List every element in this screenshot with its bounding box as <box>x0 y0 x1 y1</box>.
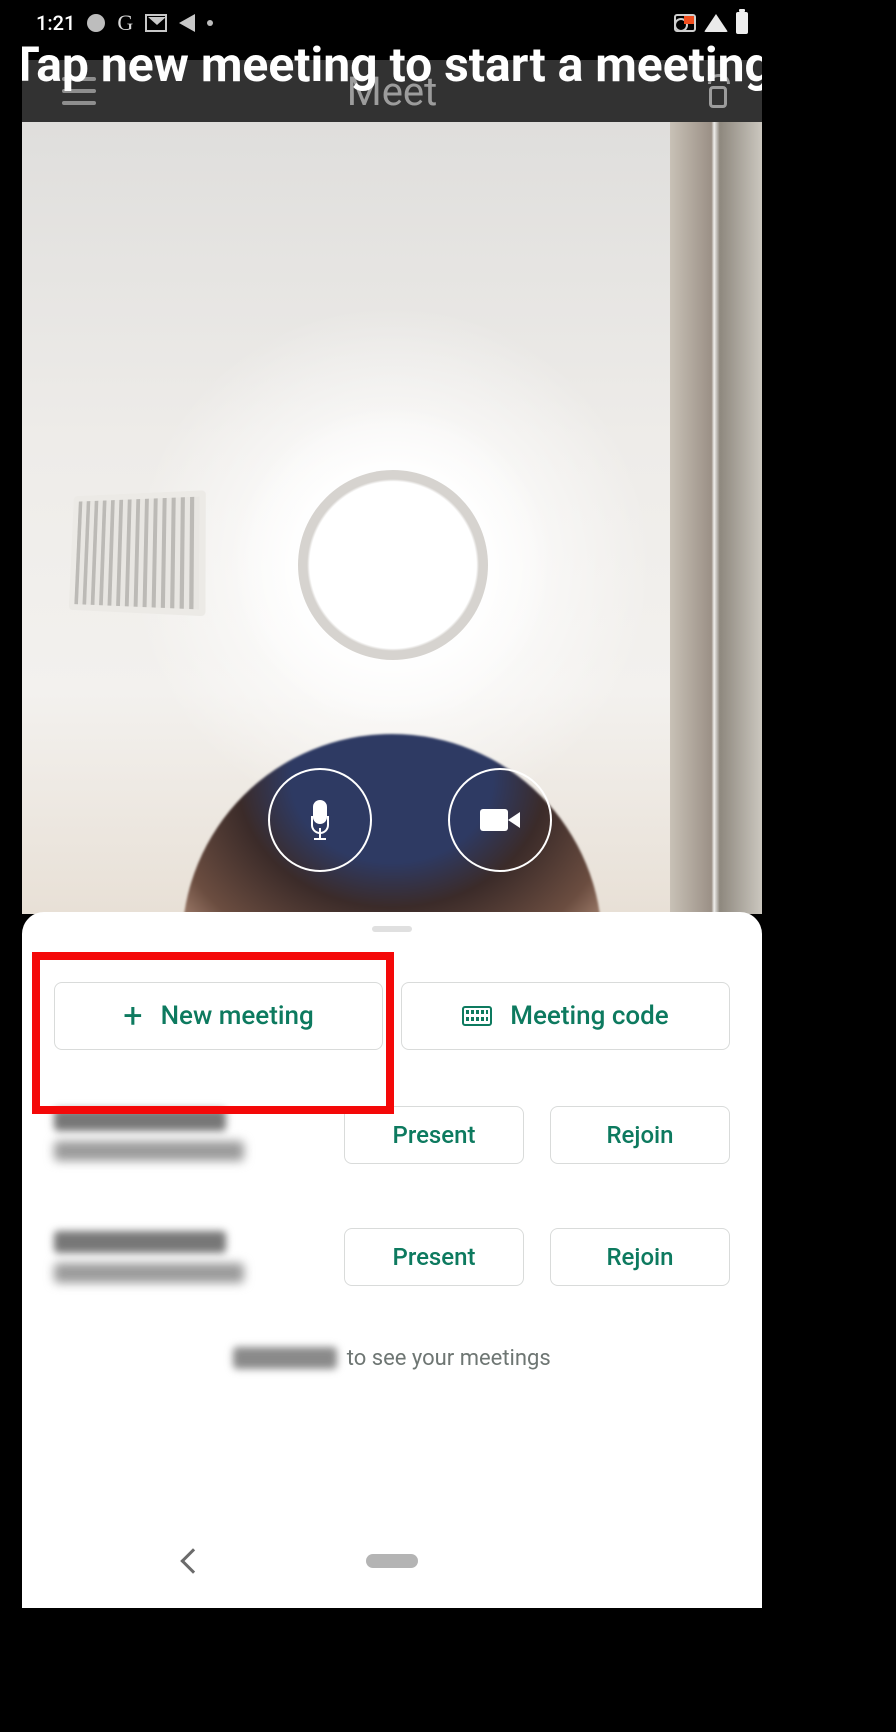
dot-icon <box>87 14 105 32</box>
background-vent <box>69 490 206 616</box>
new-meeting-button[interactable]: + New meeting <box>54 982 383 1050</box>
mute-button[interactable] <box>268 768 372 872</box>
camera-preview <box>22 122 762 914</box>
present-label: Present <box>393 1243 476 1271</box>
meeting-info <box>54 1231 244 1283</box>
screen: 1:21 G Tap new meeting to start a meetin… <box>22 0 762 1608</box>
mail-icon <box>145 14 167 32</box>
google-icon: G <box>117 10 133 36</box>
bottom-sheet[interactable]: + New meeting Meeting code Present Rejoi… <box>22 912 762 1514</box>
rejoin-button[interactable]: Rejoin <box>550 1106 730 1164</box>
send-icon <box>179 14 195 32</box>
cast-icon <box>674 14 696 32</box>
plus-icon: + <box>123 999 142 1033</box>
recent-meetings-list: Present Rejoin Present Rejoin <box>22 1074 762 1318</box>
rejoin-label: Rejoin <box>606 1243 673 1271</box>
swipe-hint: to see your meetings <box>22 1346 762 1371</box>
new-meeting-label: New meeting <box>161 1001 314 1031</box>
hint-redacted <box>233 1347 337 1369</box>
meeting-time-redacted <box>54 1263 244 1283</box>
back-button[interactable] <box>180 1548 205 1573</box>
camera-toggle-button[interactable] <box>448 768 552 872</box>
microphone-icon <box>309 800 331 840</box>
background-glass <box>670 122 762 914</box>
meeting-name-redacted <box>54 1109 226 1131</box>
meeting-code-button[interactable]: Meeting code <box>401 982 730 1050</box>
more-dot-icon <box>207 20 213 26</box>
meeting-name-redacted <box>54 1231 226 1253</box>
video-icon <box>480 806 520 834</box>
present-button[interactable]: Present <box>344 1228 524 1286</box>
list-item: Present Rejoin <box>54 1074 730 1196</box>
clock: 1:21 <box>36 11 75 35</box>
list-item: Present Rejoin <box>54 1196 730 1318</box>
rejoin-button[interactable]: Rejoin <box>550 1228 730 1286</box>
hint-text: to see your meetings <box>341 1346 550 1371</box>
present-label: Present <box>393 1121 476 1149</box>
status-left: 1:21 G <box>36 10 213 36</box>
status-right <box>674 12 748 34</box>
meeting-time-redacted <box>54 1141 244 1161</box>
system-nav-bar <box>22 1514 762 1608</box>
meeting-code-label: Meeting code <box>510 1001 668 1031</box>
present-button[interactable]: Present <box>344 1106 524 1164</box>
device-frame: 1:21 G Tap new meeting to start a meetin… <box>0 0 896 1732</box>
wifi-icon <box>704 14 728 32</box>
rejoin-label: Rejoin <box>606 1121 673 1149</box>
instruction-overlay: Tap new meeting to start a meeting <box>22 36 762 93</box>
battery-icon <box>736 12 748 34</box>
background-light <box>298 470 488 660</box>
meeting-info <box>54 1109 244 1161</box>
home-handle[interactable] <box>366 1554 418 1568</box>
keyboard-icon <box>462 1006 492 1026</box>
